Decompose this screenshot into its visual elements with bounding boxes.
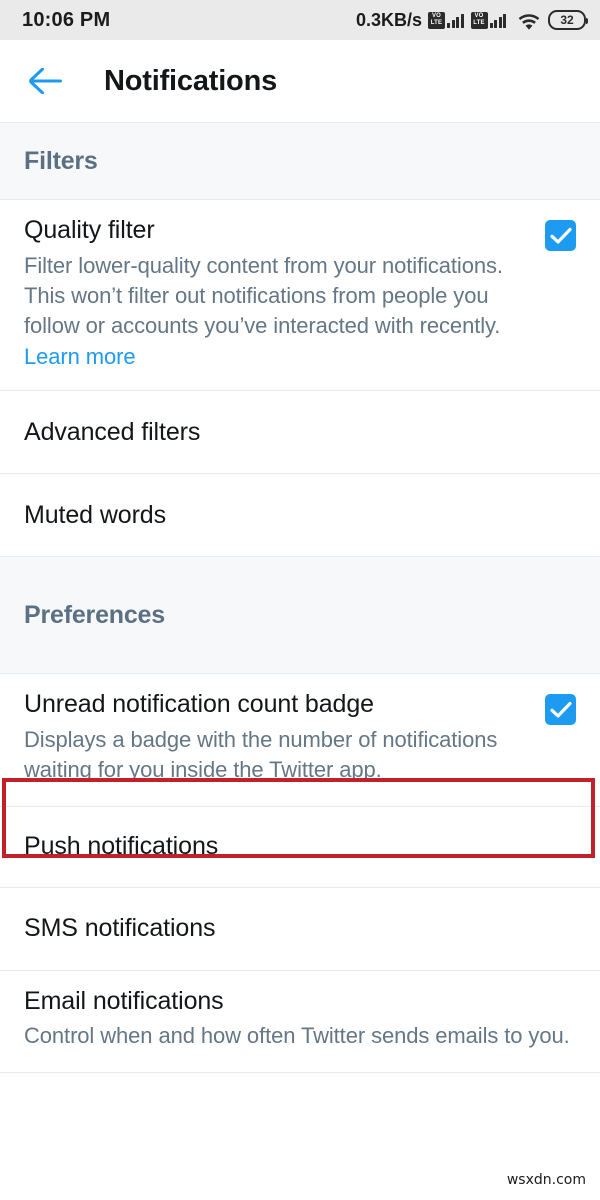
wifi-icon	[517, 11, 541, 30]
section-header-filters: Filters	[0, 122, 600, 200]
unread-badge-checkbox[interactable]	[545, 694, 576, 726]
row-email-notifications[interactable]: Email notifications Control when and how…	[0, 970, 600, 1072]
row-email-notifications-description: Control when and how often Twitter sends…	[24, 1023, 570, 1049]
battery-icon: 32	[548, 10, 588, 30]
back-arrow-icon[interactable]	[26, 61, 66, 101]
row-sms-notifications[interactable]: SMS notifications	[0, 887, 600, 970]
row-quality-filter-title: Quality filter	[24, 216, 155, 244]
row-email-notifications-title: Email notifications	[24, 986, 224, 1015]
battery-level-label: 32	[560, 13, 574, 27]
status-bar-clock: 10:06 PM	[22, 8, 111, 31]
app-bar: Notifications	[0, 40, 600, 122]
section-header-preferences-label: Preferences	[24, 600, 165, 629]
row-quality-filter[interactable]: Quality filter Filter lower-quality cont…	[0, 200, 600, 391]
row-advanced-filters-title: Advanced filters	[24, 417, 201, 446]
row-unread-badge-title: Unread notification count badge	[24, 690, 374, 719]
learn-more-link[interactable]: Learn more	[24, 344, 136, 369]
row-advanced-filters[interactable]: Advanced filters	[0, 391, 600, 474]
row-unread-badge-description: Displays a badge with the number of noti…	[24, 726, 498, 783]
row-quality-filter-description-text: Filter lower-quality content from your n…	[24, 252, 503, 339]
row-unread-notification-count-badge[interactable]: Unread notification count badge Displays…	[0, 674, 600, 806]
volte-icon-top: VO	[431, 13, 442, 19]
network-speed-label: 0.3KB/s	[355, 9, 422, 30]
quality-filter-checkbox[interactable]	[545, 220, 576, 251]
row-push-notifications-title: Push notifications	[24, 832, 219, 861]
volte-icon-bottom: LTE	[430, 20, 443, 26]
status-bar-indicators: 0.3KB/s VO LTE VO LTE 32	[355, 9, 588, 31]
row-sms-notifications-title: SMS notifications	[24, 914, 216, 943]
sim1-group: VO LTE	[428, 11, 466, 29]
status-bar: 10:06 PM 0.3KB/s VO LTE VO LTE 32	[0, 0, 600, 40]
section-header-preferences: Preferences	[0, 556, 600, 675]
volte-icon: VO LTE	[428, 11, 445, 29]
sim2-group: VO LTE	[470, 11, 509, 29]
volte-icon: VO LTE	[470, 11, 488, 29]
page-title: Notifications	[104, 64, 278, 97]
row-muted-words[interactable]: Muted words	[0, 474, 600, 557]
divider	[0, 1071, 600, 1073]
volte-icon-top: VO	[474, 13, 484, 19]
signal-bars-icon	[489, 12, 506, 28]
row-push-notifications[interactable]: Push notifications	[0, 806, 600, 887]
row-quality-filter-description: Filter lower-quality content from your n…	[24, 251, 529, 372]
section-header-filters-label: Filters	[24, 146, 98, 175]
signal-bars-icon	[447, 12, 464, 28]
watermark: wsxdn.com	[506, 1172, 586, 1188]
row-muted-words-title: Muted words	[24, 500, 167, 529]
volte-icon-bottom: LTE	[473, 20, 485, 26]
